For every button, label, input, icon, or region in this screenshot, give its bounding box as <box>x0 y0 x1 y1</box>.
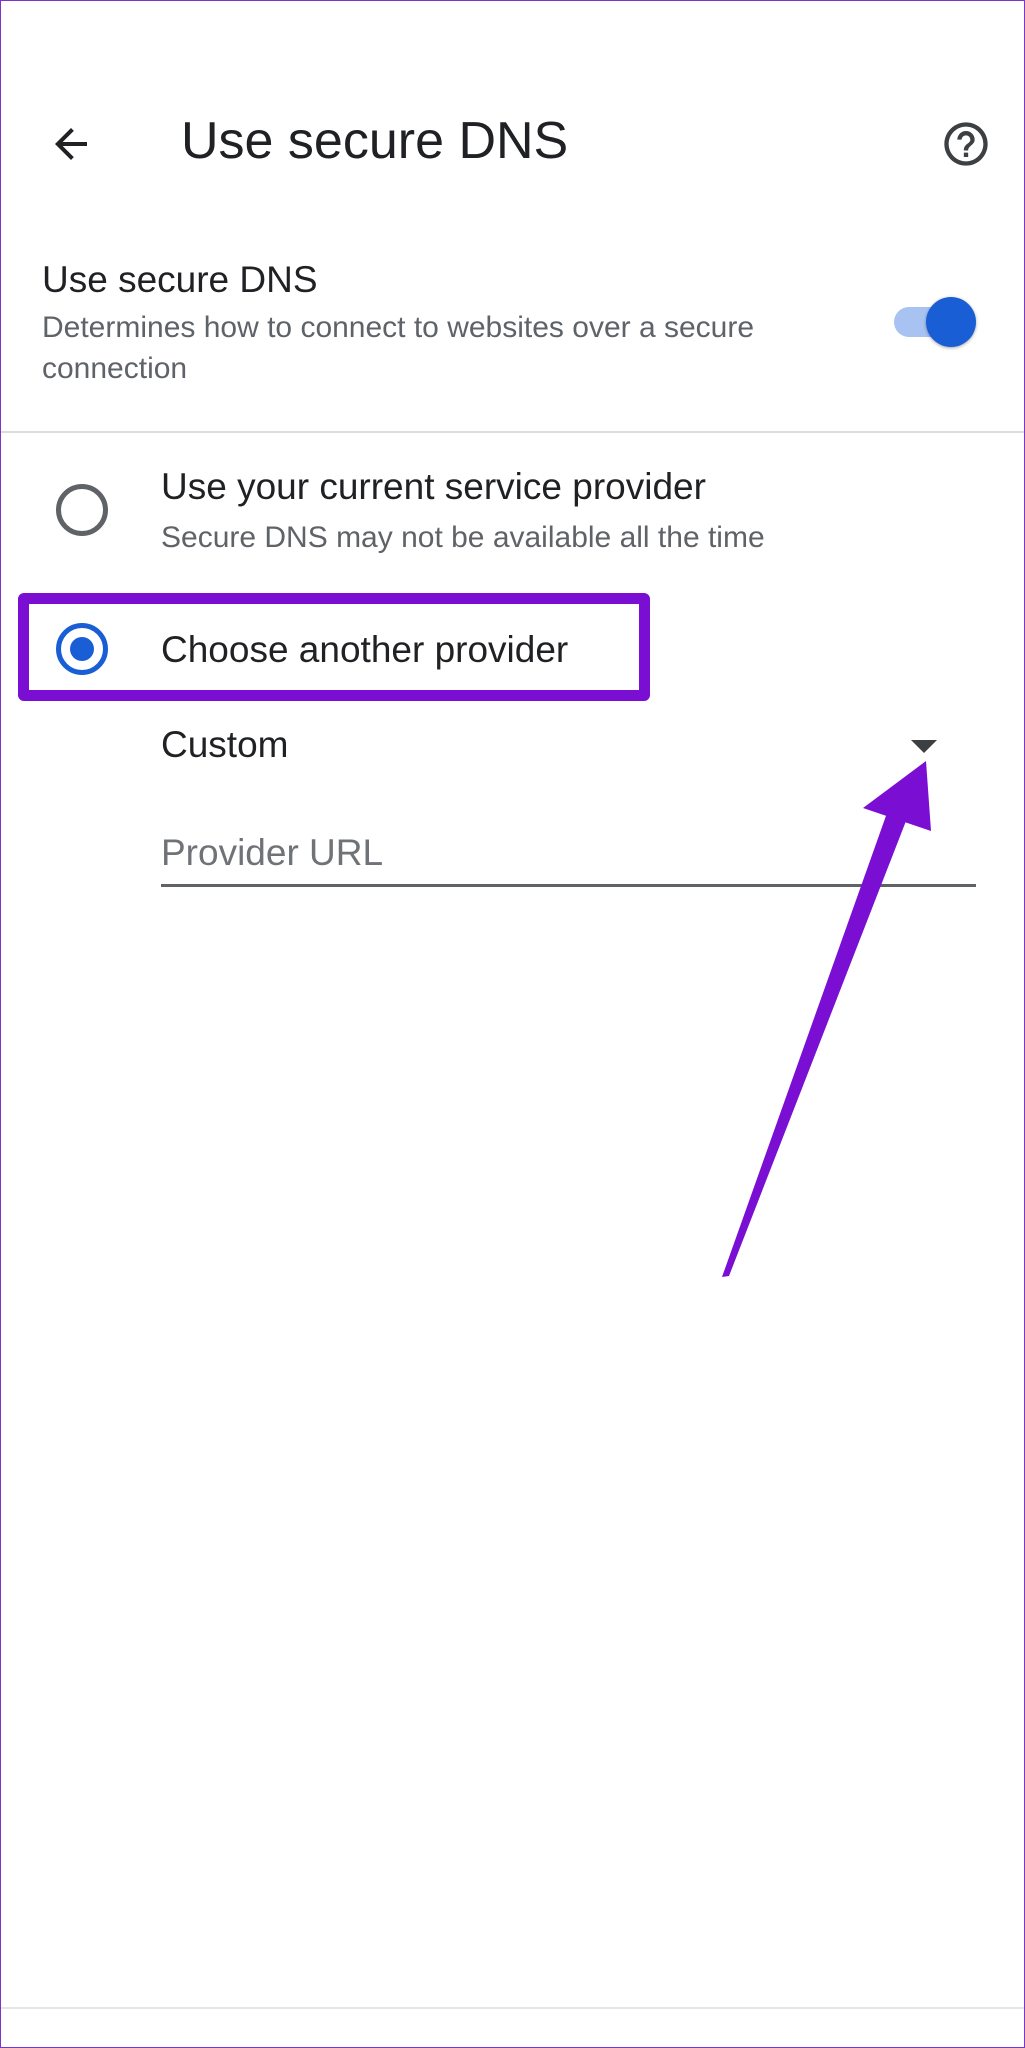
arrow-back-icon <box>55 128 87 160</box>
page-title: Use secure DNS <box>181 112 569 170</box>
secure-dns-title: Use secure DNS <box>42 259 318 300</box>
secure-dns-row[interactable]: Use secure DNS Determines how to connect… <box>1 251 1024 391</box>
provider-url-field[interactable] <box>161 821 976 887</box>
help-button[interactable] <box>936 114 996 174</box>
app-bar: Use secure DNS <box>1 96 1024 191</box>
annotation-highlight-box <box>18 593 650 701</box>
current-provider-subtitle: Secure DNS may not be available all the … <box>161 521 765 554</box>
provider-dropdown[interactable]: Custom <box>161 716 976 776</box>
bottom-divider <box>1 2007 1024 2009</box>
provider-dropdown-value: Custom <box>161 724 289 765</box>
current-provider-label: Use your current service provider <box>161 466 706 507</box>
radio-current-provider[interactable] <box>56 484 108 536</box>
toggle-thumb <box>926 297 976 347</box>
screen: Use secure DNS Use secure DNS Determines… <box>0 0 1025 2048</box>
divider <box>1 431 1024 433</box>
back-button[interactable] <box>41 114 101 174</box>
secure-dns-description: Determines how to connect to websites ov… <box>42 311 755 385</box>
help-circle-icon <box>944 122 988 166</box>
dropdown-arrow-icon[interactable] <box>911 740 937 753</box>
secure-dns-toggle[interactable] <box>894 295 978 347</box>
